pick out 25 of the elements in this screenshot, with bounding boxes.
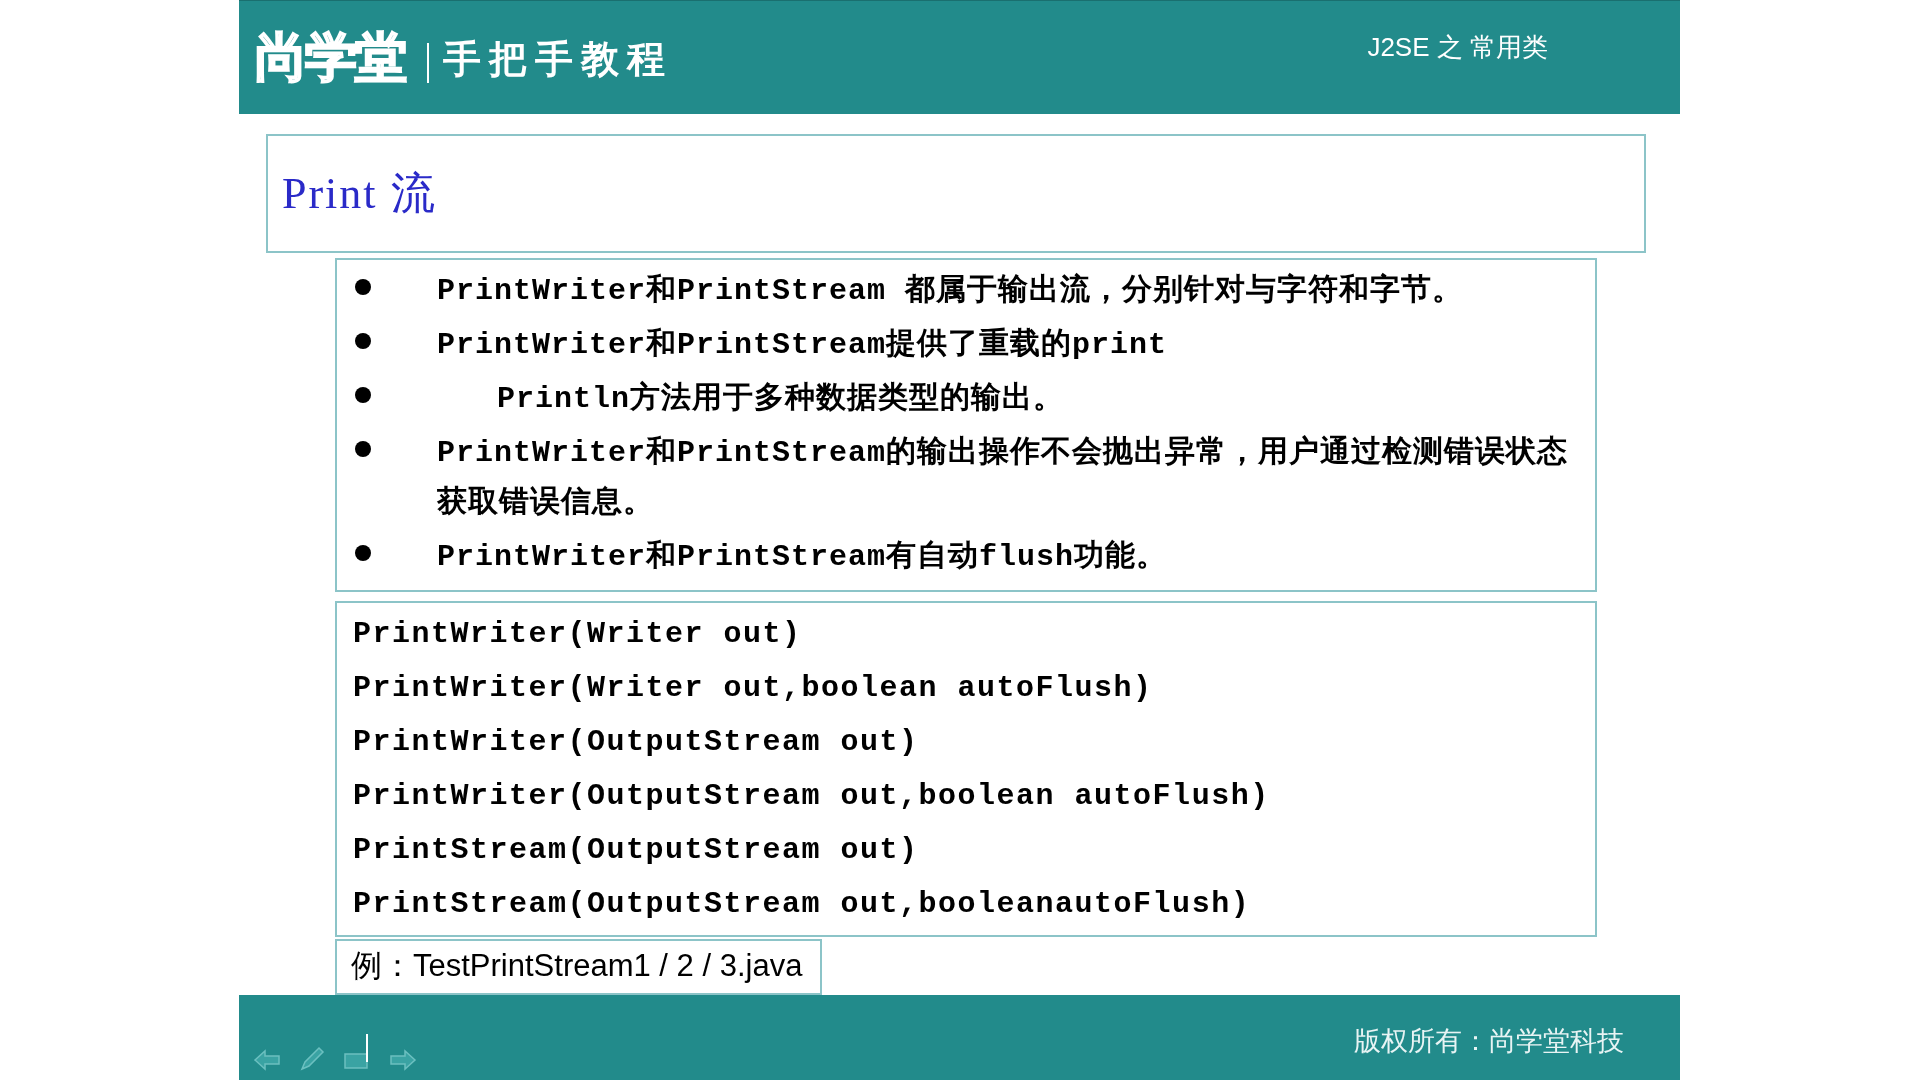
bullet-text: PrintWriter和PrintStream的输出操作不会抛出异常，用户通过检测错误状态获取错误信息。 — [437, 434, 1570, 522]
course-title: J2SE 之 常用类 — [1367, 31, 1548, 64]
bullet-icon — [355, 333, 371, 349]
logo: 尚学堂 — [255, 25, 405, 89]
code-line: PrintStream(OutputStream out,booleanautoFlush) — [353, 886, 1251, 923]
bullet-text: PrintWriter和PrintStream 都属于输出流，分别针对与字符和字节。 — [437, 272, 1465, 310]
bullet-icon — [355, 545, 371, 561]
back-arrow-icon[interactable] — [253, 1048, 281, 1073]
slide-title: Print 流 — [282, 168, 437, 220]
bullet-text: Println方法用于多种数据类型的输出。 — [496, 380, 1066, 418]
copyright-text: 版权所有：尚学堂科技 — [1354, 1025, 1624, 1059]
code-line: PrintWriter(OutputStream out,boolean autoFlush) — [353, 778, 1270, 815]
example-note: 例：TestPrintStream1 / 2 / 3.java — [335, 939, 823, 995]
code-line: PrintWriter(OutputStream out) — [353, 724, 919, 761]
code-line: PrintWriter(Writer out) — [353, 616, 802, 653]
forward-arrow-icon[interactable] — [389, 1048, 417, 1073]
code-line: PrintStream(OutputStream out) — [353, 832, 919, 869]
header-subtitle: 手把手教程 — [443, 37, 673, 82]
bullet-text: PrintWriter和PrintStream提供了重载的print — [437, 326, 1169, 364]
bullet-text: PrintWriter和PrintStream有自动flush功能。 — [437, 538, 1169, 576]
pen-icon[interactable] — [299, 1046, 325, 1073]
bullet-icon — [355, 387, 371, 403]
bullet-icon — [355, 441, 371, 457]
code-line: PrintWriter(Writer out,boolean autoFlush) — [353, 670, 1153, 707]
bullet-icon — [355, 279, 371, 295]
